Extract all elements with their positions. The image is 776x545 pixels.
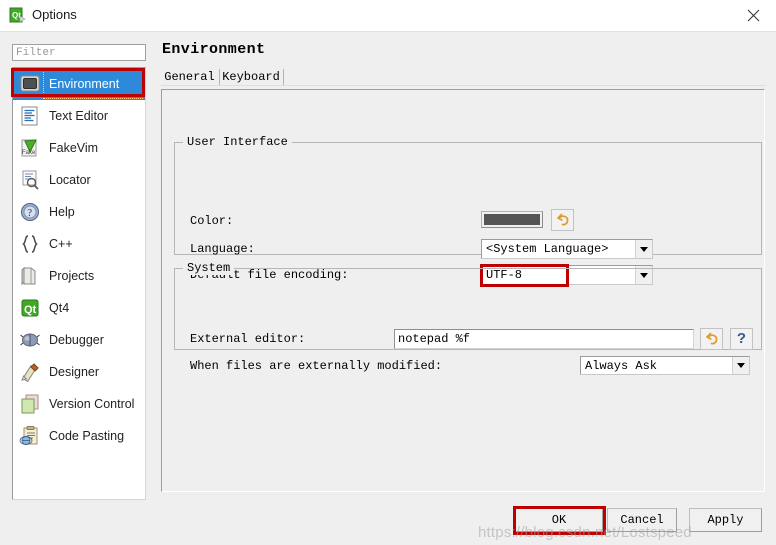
sidebar-item-debugger[interactable]: Debugger: [13, 324, 145, 356]
sidebar-item-label: Text Editor: [49, 109, 109, 123]
ok-button[interactable]: OK: [515, 508, 603, 532]
bug-icon: [19, 329, 41, 351]
sidebar-item-label: Qt4: [49, 301, 70, 315]
sidebar-item-label: Debugger: [49, 333, 104, 347]
tab-divider: [219, 69, 220, 85]
settings-frame: User Interface Color: Language: Default …: [161, 89, 765, 492]
sidebar-item-environment[interactable]: Environment: [13, 68, 145, 100]
page-title: Environment: [162, 41, 266, 58]
copy-pages-icon: [19, 393, 41, 415]
sidebar-item-label: Code Pasting: [49, 429, 125, 443]
color-swatch: [484, 214, 540, 225]
sidebar-item-label: Projects: [49, 269, 95, 283]
pencil-ruler-icon: [19, 361, 41, 383]
external-editor-input[interactable]: [394, 329, 694, 349]
label-color: Color:: [190, 214, 234, 228]
text-document-icon: [19, 105, 41, 127]
question-mark-icon: ?: [736, 330, 746, 348]
reset-external-editor-button[interactable]: [700, 328, 723, 350]
label-when-files-modified: When files are externally modified:: [190, 359, 443, 373]
undo-arrow-icon: [705, 332, 717, 345]
group-title-user-interface: User Interface: [183, 135, 292, 149]
sidebar-item-projects[interactable]: Projects: [13, 260, 145, 292]
tab-bar[interactable]: General Keyboard: [161, 68, 766, 86]
reset-color-button[interactable]: [551, 209, 574, 231]
sidebar-item-cpp[interactable]: C++: [13, 228, 145, 260]
options-page-panel: Environment General Keyboard User Interf…: [152, 32, 766, 497]
sidebar-item-label: Locator: [49, 173, 91, 187]
svg-text:?: ?: [27, 207, 32, 219]
sidebar-item-label: Version Control: [49, 397, 135, 411]
chevron-down-icon[interactable]: [635, 240, 652, 258]
tab-general[interactable]: General: [161, 68, 218, 86]
sidebar-item-label: Designer: [49, 365, 100, 379]
sidebar-item-version-control[interactable]: Version Control: [13, 388, 145, 420]
sidebar-item-label: Environment: [49, 77, 120, 91]
undo-arrow-icon: [556, 213, 568, 226]
question-ball-icon: ?: [19, 201, 41, 223]
svg-text:Qt: Qt: [24, 304, 37, 316]
qt-logo-icon: Qt: [19, 297, 41, 319]
file-modified-value: Always Ask: [585, 358, 658, 373]
sidebar-item-label: FakeVim: [49, 141, 99, 155]
sidebar-item-label: Help: [49, 205, 75, 219]
clipboard-globe-icon: [19, 425, 41, 447]
svg-text:Fake: Fake: [22, 150, 36, 156]
qt-creator-icon: Qt: [9, 7, 26, 24]
options-category-list[interactable]: Environment Text Editor Fake FakeVim Loc…: [12, 67, 146, 500]
tab-keyboard[interactable]: Keyboard: [221, 68, 281, 86]
chevron-down-icon[interactable]: [732, 357, 749, 374]
braces-icon: [19, 233, 41, 255]
monitor-icon: [19, 73, 41, 95]
sidebar-item-qt4[interactable]: Qt Qt4: [13, 292, 145, 324]
color-picker-button[interactable]: [481, 211, 543, 228]
folder-open-icon: [19, 265, 41, 287]
sidebar-item-code-pasting[interactable]: Code Pasting: [13, 420, 145, 452]
language-combobox[interactable]: <System Language>: [481, 239, 653, 259]
search-input[interactable]: [12, 44, 146, 61]
apply-button[interactable]: Apply: [689, 508, 762, 532]
language-value: <System Language>: [486, 242, 609, 256]
magnifier-doc-icon: [19, 169, 41, 191]
close-icon[interactable]: [730, 0, 776, 31]
label-language: Language:: [190, 242, 255, 256]
file-modified-combobox[interactable]: Always Ask: [580, 356, 750, 375]
window-title: Options: [32, 7, 77, 22]
title-bar: Qt Options: [0, 0, 776, 31]
tab-underline: [161, 85, 766, 86]
group-title-system: System: [183, 261, 235, 275]
fakevim-icon: Fake: [19, 137, 41, 159]
sidebar-item-designer[interactable]: Designer: [13, 356, 145, 388]
group-user-interface: User Interface: [174, 135, 762, 255]
sidebar-item-fakevim[interactable]: Fake FakeVim: [13, 132, 145, 164]
tab-divider: [283, 69, 284, 85]
sidebar-item-label: C++: [49, 237, 73, 251]
sidebar-item-text-editor[interactable]: Text Editor: [13, 100, 145, 132]
external-editor-help-button[interactable]: ?: [730, 328, 753, 350]
sidebar-item-locator[interactable]: Locator: [13, 164, 145, 196]
label-external-editor: External editor:: [190, 332, 306, 346]
cancel-button[interactable]: Cancel: [607, 508, 677, 532]
sidebar-item-help[interactable]: ? Help: [13, 196, 145, 228]
